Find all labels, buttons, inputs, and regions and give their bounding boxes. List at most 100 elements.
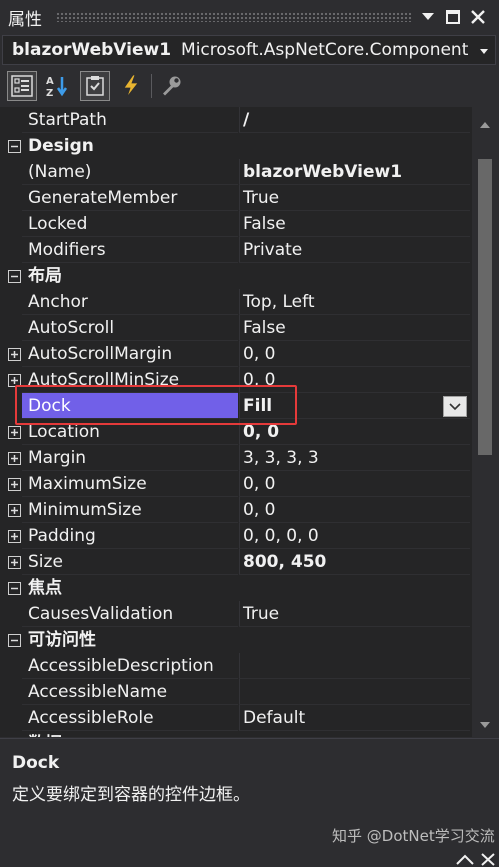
properties-icon: [86, 76, 104, 96]
expand-icon[interactable]: [8, 504, 21, 517]
property-row-modifiers[interactable]: Modifiers Private: [0, 237, 470, 263]
events-button[interactable]: [116, 71, 146, 101]
close-icon[interactable]: [468, 6, 488, 28]
property-name[interactable]: Padding: [22, 523, 238, 549]
property-name[interactable]: AutoScrollMinSize: [22, 367, 238, 393]
collapse-icon[interactable]: [8, 634, 21, 647]
collapse-icon[interactable]: [8, 270, 21, 283]
property-name[interactable]: CausesValidation: [22, 601, 238, 627]
property-row-autoscrollmargin[interactable]: AutoScrollMargin 0, 0: [0, 341, 470, 367]
vertical-scrollbar[interactable]: [472, 107, 499, 737]
property-row-accessibledescription[interactable]: AccessibleDescription: [0, 653, 470, 679]
property-row-name[interactable]: (Name) blazorWebView1: [0, 159, 470, 185]
property-row-autoscrollminsize[interactable]: AutoScrollMinSize 0, 0: [0, 367, 470, 393]
alphabetical-button[interactable]: A Z: [42, 71, 72, 101]
category-label: Design: [28, 136, 94, 156]
property-row-minimumsize[interactable]: MinimumSize 0, 0: [0, 497, 470, 523]
property-row-accessiblerole[interactable]: AccessibleRole Default: [0, 705, 470, 731]
category-header[interactable]: 可访问性: [0, 627, 470, 653]
property-value[interactable]: 0, 0, 0, 0: [239, 523, 470, 549]
dropdown-arrow-icon[interactable]: [418, 6, 438, 28]
property-value[interactable]: 0, 0: [239, 419, 470, 445]
property-row-location[interactable]: Location 0, 0: [0, 419, 470, 445]
property-row-autoscroll[interactable]: AutoScroll False: [0, 315, 470, 341]
property-value[interactable]: [239, 679, 470, 705]
properties-button[interactable]: [80, 71, 110, 101]
property-name[interactable]: AccessibleDescription: [22, 653, 238, 679]
property-value[interactable]: False: [239, 211, 470, 237]
property-name[interactable]: AutoScroll: [22, 315, 238, 341]
maximize-icon[interactable]: [443, 6, 463, 28]
property-value[interactable]: 800, 450: [239, 549, 470, 575]
property-value[interactable]: blazorWebView1: [239, 159, 470, 185]
collapse-icon[interactable]: [8, 582, 21, 595]
property-row-causesvalidation[interactable]: CausesValidation True: [0, 601, 470, 627]
expand-icon[interactable]: [8, 348, 21, 361]
property-value[interactable]: True: [239, 601, 470, 627]
expand-icon[interactable]: [8, 426, 21, 439]
scrollbar-thumb[interactable]: [478, 159, 492, 455]
property-row-generatemember[interactable]: GenerateMember True: [0, 185, 470, 211]
expand-icon[interactable]: [8, 452, 21, 465]
category-header[interactable]: 焦点: [0, 575, 470, 601]
property-row-maximumsize[interactable]: MaximumSize 0, 0: [0, 471, 470, 497]
category-header[interactable]: Design: [0, 133, 470, 159]
category-header[interactable]: 数据: [0, 731, 470, 737]
expand-icon[interactable]: [8, 374, 21, 387]
property-name[interactable]: Dock: [22, 393, 238, 419]
property-name[interactable]: Size: [22, 549, 238, 575]
property-value[interactable]: Top, Left: [239, 289, 470, 315]
property-name[interactable]: MaximumSize: [22, 471, 238, 497]
expand-icon[interactable]: [8, 530, 21, 543]
property-name[interactable]: (Name): [22, 159, 238, 185]
property-value[interactable]: 0, 0: [239, 367, 470, 393]
property-row-margin[interactable]: Margin 3, 3, 3, 3: [0, 445, 470, 471]
property-name[interactable]: StartPath: [22, 107, 238, 133]
value-dropdown-button[interactable]: [443, 396, 467, 417]
categorized-icon: [11, 75, 33, 97]
chevron-up-icon: [456, 854, 474, 865]
property-row-anchor[interactable]: Anchor Top, Left: [0, 289, 470, 315]
scroll-up-icon[interactable]: [480, 121, 490, 129]
property-row-startpath[interactable]: StartPath /: [0, 107, 470, 133]
category-label: 布局: [28, 266, 62, 286]
properties-toolbar: A Z: [0, 66, 499, 106]
property-name[interactable]: MinimumSize: [22, 497, 238, 523]
property-row-size[interactable]: Size 800, 450: [0, 549, 470, 575]
property-value[interactable]: Fill: [239, 393, 470, 419]
expand-icon[interactable]: [8, 478, 21, 491]
property-value[interactable]: 3, 3, 3, 3: [239, 445, 470, 471]
property-name[interactable]: AutoScrollMargin: [22, 341, 238, 367]
expand-icon[interactable]: [8, 556, 21, 569]
property-row-locked[interactable]: Locked False: [0, 211, 470, 237]
property-value[interactable]: True: [239, 185, 470, 211]
scroll-down-icon[interactable]: [480, 721, 490, 729]
property-row-accessiblename[interactable]: AccessibleName: [0, 679, 470, 705]
property-value[interactable]: 0, 0: [239, 341, 470, 367]
property-name[interactable]: Margin: [22, 445, 238, 471]
property-name[interactable]: Modifiers: [22, 237, 238, 263]
drag-grip[interactable]: [56, 12, 412, 22]
property-pages-button[interactable]: [156, 71, 186, 101]
property-name[interactable]: AccessibleRole: [22, 705, 238, 731]
property-name[interactable]: AccessibleName: [22, 679, 238, 705]
property-name[interactable]: Location: [22, 419, 238, 445]
property-value[interactable]: 0, 0: [239, 497, 470, 523]
categorized-button[interactable]: [7, 71, 37, 101]
property-row-dock[interactable]: Dock Fill: [0, 393, 470, 419]
property-name[interactable]: GenerateMember: [22, 185, 238, 211]
category-header[interactable]: 布局: [0, 263, 470, 289]
property-value[interactable]: [239, 653, 470, 679]
chevron-down-icon: [449, 402, 461, 410]
property-value[interactable]: 0, 0: [239, 471, 470, 497]
property-value[interactable]: False: [239, 315, 470, 341]
category-label: 可访问性: [28, 630, 96, 650]
property-value[interactable]: /: [239, 107, 470, 133]
object-selector[interactable]: blazorWebView1 Microsoft.AspNetCore.Comp…: [2, 35, 496, 65]
property-row-padding[interactable]: Padding 0, 0, 0, 0: [0, 523, 470, 549]
property-value[interactable]: Default: [239, 705, 470, 731]
property-value[interactable]: Private: [239, 237, 470, 263]
property-name[interactable]: Locked: [22, 211, 238, 237]
collapse-icon[interactable]: [8, 140, 21, 153]
property-name[interactable]: Anchor: [22, 289, 238, 315]
